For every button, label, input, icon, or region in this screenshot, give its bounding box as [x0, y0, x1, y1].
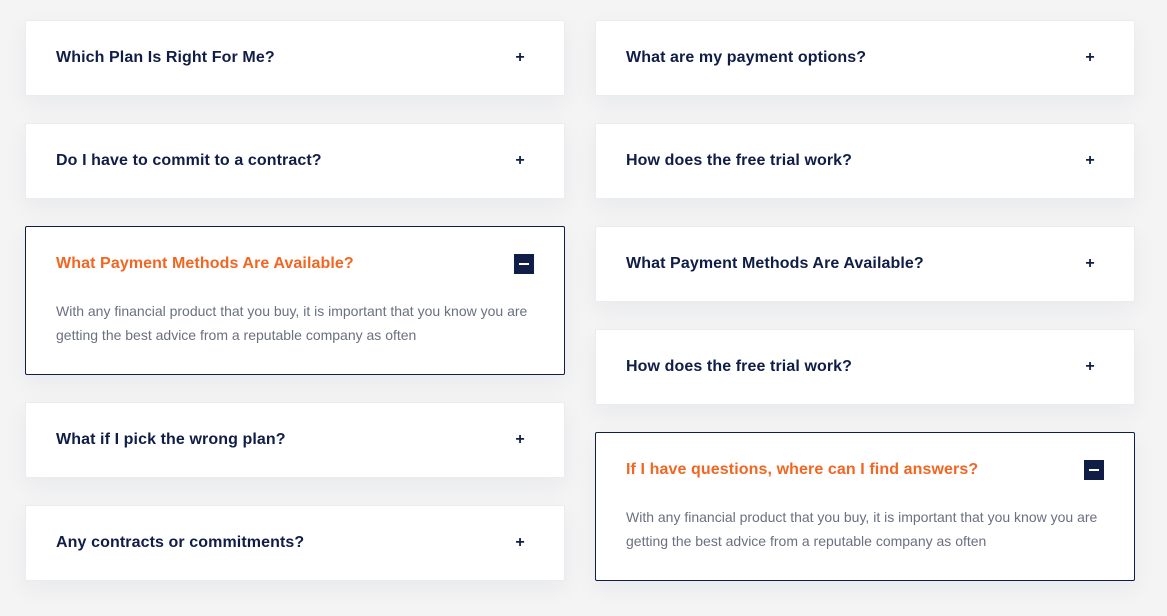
faq-item-payment-options[interactable]: What are my payment options? + — [595, 20, 1135, 96]
faq-question: Which Plan Is Right For Me? — [56, 49, 275, 66]
faq-question: What Payment Methods Are Available? — [626, 255, 924, 272]
faq-item-contracts-commitments[interactable]: Any contracts or commitments? + — [25, 505, 565, 581]
faq-question: If I have questions, where can I find an… — [626, 461, 979, 478]
faq-question: How does the free trial work? — [626, 358, 853, 375]
plus-icon[interactable]: + — [510, 151, 530, 171]
faq-item-header[interactable]: Do I have to commit to a contract? + — [26, 124, 564, 198]
plus-icon[interactable]: + — [510, 430, 530, 450]
faq-item-header[interactable]: Any contracts or commitments? + — [26, 506, 564, 580]
faq-item-header[interactable]: What Payment Methods Are Available? — [26, 227, 564, 301]
faq-question: How does the free trial work? — [626, 152, 853, 169]
faq-item-commit-contract[interactable]: Do I have to commit to a contract? + — [25, 123, 565, 199]
plus-icon[interactable]: + — [1080, 48, 1100, 68]
plus-icon[interactable]: + — [510, 48, 530, 68]
minus-icon[interactable] — [514, 254, 534, 274]
faq-item-header[interactable]: If I have questions, where can I find an… — [596, 433, 1134, 507]
faq-item-payment-methods[interactable]: What Payment Methods Are Available? + — [595, 226, 1135, 302]
faq-question: What if I pick the wrong plan? — [56, 431, 286, 448]
faq-item-header[interactable]: How does the free trial work? + — [596, 330, 1134, 404]
faq-question: What are my payment options? — [626, 49, 867, 66]
plus-icon[interactable]: + — [1080, 151, 1100, 171]
faq-question: Any contracts or commitments? — [56, 534, 305, 551]
faq-item-header[interactable]: What if I pick the wrong plan? + — [26, 403, 564, 477]
minus-icon[interactable] — [1084, 460, 1104, 480]
faq-item-free-trial[interactable]: How does the free trial work? + — [595, 123, 1135, 199]
faq-question: Do I have to commit to a contract? — [56, 152, 322, 169]
plus-icon[interactable]: + — [510, 533, 530, 553]
faq-answer: With any financial product that you buy,… — [626, 509, 1098, 549]
faq-item-header[interactable]: How does the free trial work? + — [596, 124, 1134, 198]
faq-item-payment-methods-open[interactable]: What Payment Methods Are Available? With… — [25, 226, 565, 375]
faq-question: What Payment Methods Are Available? — [56, 255, 354, 272]
faq-item-free-trial-2[interactable]: How does the free trial work? + — [595, 329, 1135, 405]
plus-icon[interactable]: + — [1080, 357, 1100, 377]
faq-item-which-plan[interactable]: Which Plan Is Right For Me? + — [25, 20, 565, 96]
faq-item-questions-answers-open[interactable]: If I have questions, where can I find an… — [595, 432, 1135, 581]
faq-item-wrong-plan[interactable]: What if I pick the wrong plan? + — [25, 402, 565, 478]
faq-item-header[interactable]: What are my payment options? + — [596, 21, 1134, 95]
plus-icon[interactable]: + — [1080, 254, 1100, 274]
minus-bar — [1089, 469, 1099, 471]
faq-answer: With any financial product that you buy,… — [56, 303, 528, 343]
faq-item-header[interactable]: Which Plan Is Right For Me? + — [26, 21, 564, 95]
faq-item-header[interactable]: What Payment Methods Are Available? + — [596, 227, 1134, 301]
minus-bar — [519, 263, 529, 265]
